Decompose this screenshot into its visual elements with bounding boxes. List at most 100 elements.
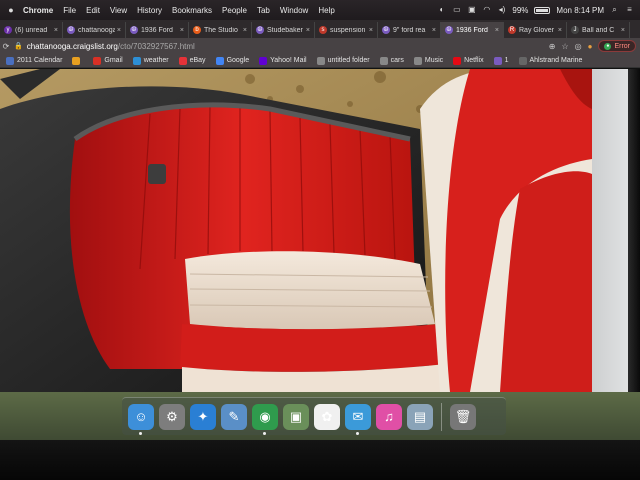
- browser-tab[interactable]: b The Studio ×: [189, 22, 252, 38]
- chrome-app[interactable]: ◉: [252, 403, 278, 435]
- zoom-icon[interactable]: ⊕: [549, 42, 556, 51]
- finder-app[interactable]: ☺: [128, 403, 154, 435]
- status-area: ◐ ▭ ▣ ◠ ◂) 99% Mon 8:14 PM ⌕ ≡: [437, 0, 634, 20]
- tab-close-icon[interactable]: ×: [369, 27, 373, 34]
- volume-icon[interactable]: ◂): [497, 6, 506, 14]
- photos-app[interactable]: ✿: [314, 403, 340, 430]
- browser-tab[interactable]: ☮ chattanooga ×: [63, 22, 126, 38]
- menu-file[interactable]: File: [58, 6, 81, 15]
- bookmark-item[interactable]: 2011 Calendar: [6, 56, 63, 65]
- bookmark-item[interactable]: cars: [379, 56, 404, 65]
- monitor-bezel-right: [628, 69, 640, 440]
- tab-close-icon[interactable]: ×: [306, 27, 310, 34]
- bookmark-label: Google: [226, 57, 250, 64]
- notification-center-icon[interactable]: ≡: [625, 6, 634, 14]
- google-icon: [93, 56, 102, 65]
- screen-mirror-icon[interactable]: ▣: [467, 6, 476, 14]
- tab-close-icon[interactable]: ×: [54, 27, 58, 34]
- tab-favicon-icon: ☮: [256, 26, 264, 34]
- tab-close-icon[interactable]: ×: [243, 27, 247, 34]
- address-bar[interactable]: 🔒 chattanooga.craigslist.org/cto/7032927…: [14, 40, 530, 52]
- menu-window[interactable]: Window: [275, 6, 313, 15]
- menu-people[interactable]: People: [217, 6, 252, 15]
- tab-close-icon[interactable]: ×: [621, 27, 625, 34]
- trash-app[interactable]: 🗑: [450, 403, 476, 430]
- folder-icon: [413, 56, 422, 65]
- macos-dock: ☺ ⚙ ✦ ✎ ◉ ▣ ✿ ✉ ♫ ▤ 🗑: [122, 397, 506, 435]
- tab-favicon-icon: ☮: [67, 26, 75, 34]
- browser-tab-strip: y (6) unread × ☮ chattanooga × ☮ 1936 Ford × b The…: [0, 20, 640, 38]
- browser-tab[interactable]: J Ball and C ×: [567, 22, 630, 38]
- bookmark-label: untitled folder: [327, 57, 370, 64]
- extension-orange-icon[interactable]: ●: [588, 42, 593, 51]
- wifi-icon[interactable]: ◠: [482, 6, 491, 14]
- apple-menu-icon[interactable]: ●: [4, 5, 18, 15]
- bookmark-item[interactable]: Ahlstrand Marine: [518, 56, 582, 65]
- messages-app[interactable]: ✉: [345, 403, 371, 435]
- bookmark-star-icon[interactable]: ☆: [561, 42, 568, 51]
- clock[interactable]: Mon 8:14 PM: [556, 6, 604, 15]
- bookmark-item[interactable]: Google: [215, 56, 250, 65]
- url-host: chattanooga.craigslist.org: [26, 41, 118, 51]
- tab-favicon-icon: ☮: [445, 26, 453, 34]
- browser-tab[interactable]: R Ray Glover ×: [504, 22, 567, 38]
- preview-app[interactable]: ✎: [221, 403, 247, 430]
- url-path: /cto/7032927567.html: [117, 41, 195, 51]
- tab-close-icon[interactable]: ×: [117, 27, 121, 34]
- bookmark-label: 1: [504, 57, 509, 64]
- car-interior-photo: [0, 69, 592, 392]
- bookmark-item[interactable]: Yahoo! Mail: [259, 56, 307, 65]
- running-indicator: [139, 431, 142, 435]
- tab-close-icon[interactable]: ×: [432, 27, 436, 34]
- browser-toolbar: ⟳ 🔒 chattanooga.craigslist.org/cto/70329…: [0, 38, 640, 54]
- menu-help[interactable]: Help: [313, 6, 339, 15]
- profile-error-button[interactable]: ● Error: [598, 40, 636, 52]
- bookmark-item[interactable]: Gmail: [93, 56, 123, 65]
- itunes-app[interactable]: ♫: [376, 403, 402, 430]
- extension-icon[interactable]: ◎: [575, 42, 582, 51]
- bookmark-item[interactable]: weather: [132, 56, 169, 65]
- browser-tab[interactable]: ☮ 1936 Ford ×: [441, 22, 504, 38]
- menu-bookmarks[interactable]: Bookmarks: [167, 6, 217, 15]
- browser-tab[interactable]: ☮ 9" ford rea ×: [378, 22, 441, 38]
- image-capture-app[interactable]: ▣: [283, 403, 309, 430]
- menu-tab[interactable]: Tab: [252, 6, 275, 15]
- tunnel-icon[interactable]: ◐: [437, 6, 446, 14]
- bookmark-label: Music: [424, 57, 444, 64]
- reload-icon[interactable]: ⟳: [0, 42, 12, 51]
- monitor-bezel-bottom: [0, 440, 640, 480]
- netflix-icon: [453, 56, 462, 65]
- tab-close-icon[interactable]: ×: [558, 27, 562, 34]
- menu-history[interactable]: History: [132, 6, 167, 15]
- spotlight-search-icon[interactable]: ⌕: [610, 6, 619, 14]
- tab-close-icon[interactable]: ×: [180, 27, 184, 34]
- tab-close-icon[interactable]: ×: [495, 27, 499, 34]
- menu-app-name[interactable]: Chrome: [18, 6, 58, 15]
- menu-edit[interactable]: Edit: [81, 6, 105, 15]
- battery-icon[interactable]: [534, 6, 551, 14]
- bookmark-item[interactable]: Music: [413, 56, 444, 65]
- bookmark-item[interactable]: eBay: [178, 56, 206, 65]
- globe-icon: [518, 56, 527, 65]
- browser-tab[interactable]: s suspension ×: [315, 22, 378, 38]
- profile-avatar-icon: ●: [604, 42, 612, 50]
- bookmark-item[interactable]: Netflix: [453, 56, 484, 65]
- tab-title: 1936 Ford: [456, 26, 488, 34]
- tab-title: chattanooga: [78, 26, 115, 34]
- browser-tab[interactable]: ☮ 1936 Ford ×: [126, 22, 189, 38]
- bookmark-item[interactable]: [72, 56, 83, 65]
- browser-tab[interactable]: ☮ Studebaker ×: [252, 22, 315, 38]
- tab-title: (6) unread: [15, 26, 48, 34]
- bookmark-item[interactable]: untitled folder: [316, 56, 370, 65]
- secure-lock-icon[interactable]: 🔒: [14, 42, 23, 50]
- menu-view[interactable]: View: [105, 6, 132, 15]
- safari-app[interactable]: ✦: [190, 403, 216, 430]
- image-viewer-app[interactable]: ▤: [407, 403, 433, 430]
- system-preferences-app[interactable]: ⚙: [159, 403, 185, 430]
- dock-separator: [441, 402, 442, 431]
- colorful-icon: [72, 56, 81, 65]
- bookmark-label: 2011 Calendar: [17, 57, 63, 64]
- bookmark-item[interactable]: 1: [493, 56, 509, 65]
- browser-tab[interactable]: y (6) unread ×: [0, 22, 63, 38]
- display-icon[interactable]: ▭: [452, 6, 461, 14]
